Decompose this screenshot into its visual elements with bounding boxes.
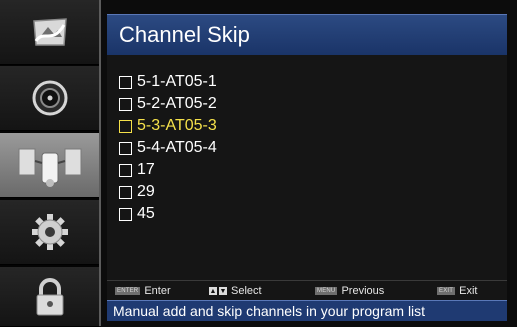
skip-checkbox[interactable] [119,141,132,155]
skip-checkbox[interactable] [119,163,132,177]
exit-hint-label: Exit [459,285,478,297]
settings-gear-icon [31,214,68,250]
channel-row[interactable]: 45 [119,203,499,225]
page-title: Channel Skip [119,22,250,47]
previous-hint: MENU Previous [315,285,384,297]
channel-row-selected[interactable]: 5-3-AT05-3 [119,115,499,137]
channel-label: 5-2-AT05-2 [137,95,217,112]
select-hint-label: Select [231,285,262,297]
channel-row[interactable]: 5-1-AT05-1 [119,71,499,93]
skip-checkbox[interactable] [119,75,132,89]
channel-row[interactable]: 29 [119,181,499,203]
exit-key-icon: EXIT [437,287,456,295]
sidebar-item-settings[interactable] [0,200,99,265]
up-arrow-icon: ▲ [209,287,217,295]
select-hint: ▲ ▼ Select [209,285,262,297]
sidebar-menu [0,0,101,327]
down-arrow-icon: ▼ [219,287,227,295]
channel-label: 29 [137,183,155,200]
channel-antenna-icon [18,148,81,187]
skip-checkbox[interactable] [119,185,132,199]
channel-label: 5-3-AT05-3 [137,117,217,134]
title-bar: Channel Skip [107,14,507,55]
status-text: Manual add and skip channels in your pro… [113,303,426,319]
channel-label: 45 [137,205,155,222]
sidebar-item-lock[interactable] [0,267,99,327]
lock-icon [36,277,63,315]
menu-key-icon: MENU [315,287,338,295]
enter-hint-label: Enter [144,285,171,297]
sidebar-item-picture[interactable] [0,0,99,65]
sidebar-item-channel[interactable] [0,133,99,198]
skip-checkbox[interactable] [119,97,132,111]
skip-checkbox[interactable] [119,119,132,133]
channel-skip-panel: Channel Skip 5-1-AT05-1 5-2-AT05-2 5-3-A… [107,14,507,321]
channel-label: 5-1-AT05-1 [137,73,217,90]
channel-row[interactable]: 17 [119,159,499,181]
enter-hint: ENTER Enter [115,285,171,297]
channel-label: 5-4-AT05-4 [137,139,217,156]
skip-checkbox[interactable] [119,207,132,221]
help-bar: ENTER Enter ▲ ▼ Select MENU Previous EXI… [107,280,507,299]
channel-row[interactable]: 5-4-AT05-4 [119,137,499,159]
picture-icon [32,18,67,46]
channel-row[interactable]: 5-2-AT05-2 [119,93,499,115]
sidebar-item-audio[interactable] [0,66,99,131]
exit-hint: EXIT Exit [437,285,477,297]
channel-label: 17 [137,161,155,178]
status-bar: Manual add and skip channels in your pro… [107,300,507,321]
enter-key-icon: ENTER [115,287,141,295]
channel-list: 5-1-AT05-1 5-2-AT05-2 5-3-AT05-3 5-4-AT0… [119,71,499,225]
audio-icon [32,80,67,116]
previous-hint-label: Previous [341,285,385,297]
